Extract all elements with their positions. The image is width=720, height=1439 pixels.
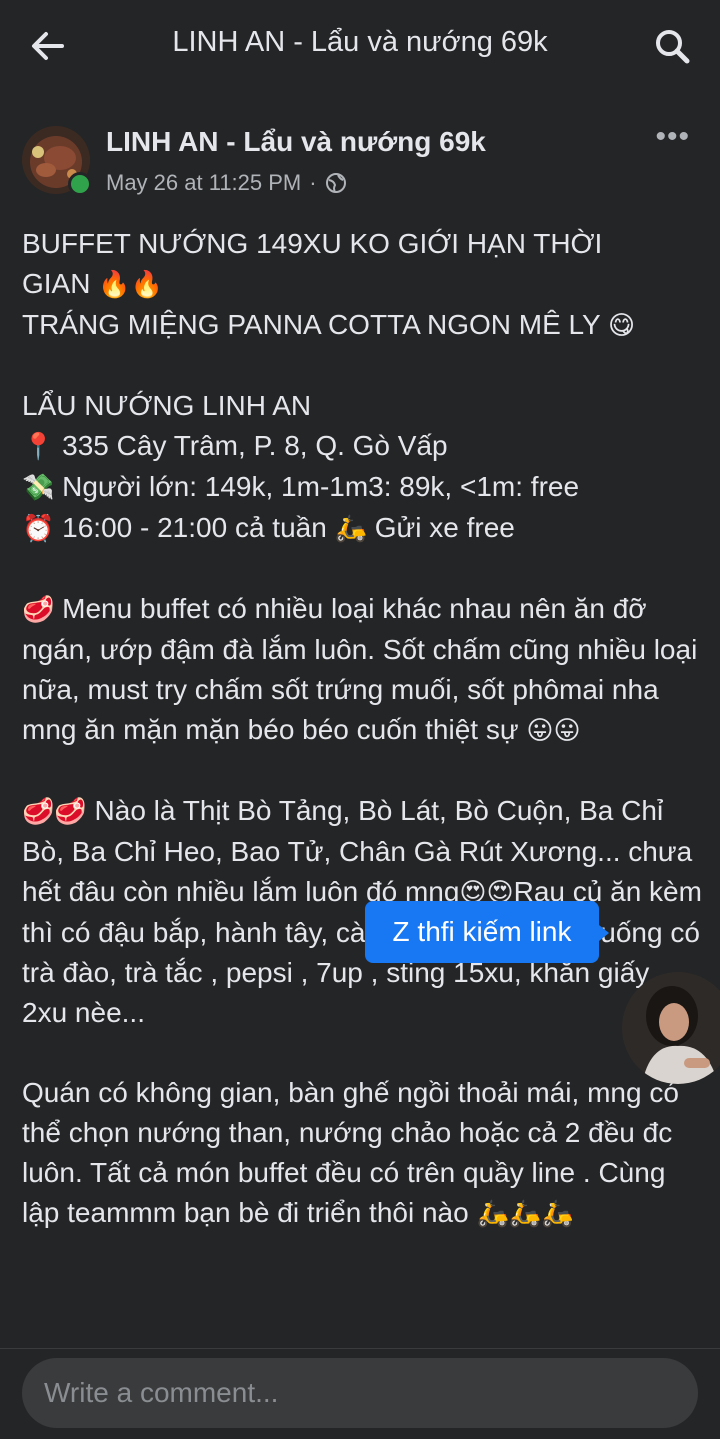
hours-line: ⏰ 16:00 - 21:00 cả tuần 🛵 Gửi xe free xyxy=(22,512,515,544)
address-line: 📍 335 Cây Trâm, P. 8, Q. Gò Vấp xyxy=(22,430,448,462)
meat-icon: 🥩🥩 xyxy=(22,797,87,827)
post-line: BUFFET NƯỚNG 149XU KO GIỚI HẠN THỜI xyxy=(22,228,603,259)
post-paragraph: 🥩🥩 Nào là Thịt Bò Tảng, Bò Lát, Bò Cuộn,… xyxy=(22,795,702,1028)
comment-bar xyxy=(0,1348,720,1439)
post-paragraph: Quán có không gian, bàn ghế ngồi thoải m… xyxy=(22,1077,679,1229)
fire-icon: 🔥🔥 xyxy=(98,270,163,300)
globe-icon xyxy=(325,173,346,193)
post-author-name[interactable]: LINH AN - Lẩu và nướng 69k xyxy=(106,126,486,158)
price-line: 💸 Người lớn: 149k, 1m-1m3: 89k, <1m: fre… xyxy=(22,471,580,503)
search-icon[interactable] xyxy=(652,26,692,66)
alarm-clock-icon: ⏰ xyxy=(22,514,55,544)
comment-input[interactable] xyxy=(22,1358,698,1428)
top-bar: LINH AN - Lẩu và nướng 69k xyxy=(0,0,720,92)
scooter-icon: 🛵 xyxy=(334,514,367,544)
more-options-icon[interactable]: ••• xyxy=(655,122,690,152)
post-meta: May 26 at 11:25 PM · xyxy=(106,170,347,196)
pin-icon: 📍 xyxy=(22,432,55,462)
online-status-dot xyxy=(68,172,92,196)
link-search-tooltip[interactable]: Z thfi kiếm link xyxy=(365,901,609,963)
meta-separator: · xyxy=(309,170,317,195)
post-card: LINH AN - Lẩu và nướng 69k May 26 at 11:… xyxy=(0,92,720,1348)
meat-icon: 🥩 xyxy=(22,595,55,625)
post-line: TRÁNG MIỆNG PANNA COTTA NGON MÊ LY 😋 xyxy=(22,309,636,341)
page-title: LINH AN - Lẩu và nướng 69k xyxy=(172,26,548,58)
yum-face-icon: 😋 xyxy=(608,311,636,341)
post-paragraph: 🥩 Menu buffet có nhiều loại khác nhau nê… xyxy=(22,593,698,746)
post-line: GIAN 🔥🔥 xyxy=(22,268,163,300)
money-icon: 💸 xyxy=(22,473,55,503)
tongue-face-icon: 😛😛 xyxy=(526,716,581,746)
post-body: BUFFET NƯỚNG 149XU KO GIỚI HẠN THỜI GIAN… xyxy=(22,224,702,1234)
scooter-icon: 🛵🛵🛵 xyxy=(476,1199,574,1229)
post-timestamp[interactable]: May 26 at 11:25 PM xyxy=(106,170,301,196)
post-line: LẨU NƯỚNG LINH AN xyxy=(22,390,312,421)
